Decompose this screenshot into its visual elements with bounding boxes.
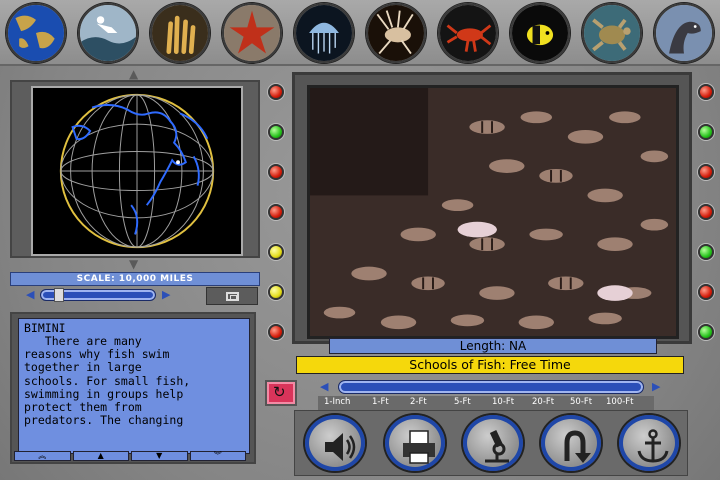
category-sea-lion[interactable]: [654, 3, 714, 63]
indicator-light: [698, 164, 714, 180]
map-up-arrow-icon[interactable]: ▲: [129, 68, 138, 80]
back-button[interactable]: [538, 412, 606, 476]
map-zoom-left-icon[interactable]: ◀: [26, 289, 34, 301]
zoom-scale-label: 1-Inch: [324, 397, 351, 407]
back-button-ring: [541, 415, 601, 471]
video-screen[interactable]: [307, 85, 679, 339]
anchor-button-ring: [619, 415, 679, 471]
jellyfish-icon: [296, 5, 352, 61]
map-scale-label: SCALE: 10,000 MILES: [10, 272, 260, 286]
zoom-scale-label: 1-Ft: [372, 397, 389, 407]
article-frame: BIMINI There are many reasons why fish s…: [10, 312, 256, 464]
scroll-line-up-icon[interactable]: ▲: [72, 451, 129, 461]
indicator-light: [268, 244, 284, 260]
indicator-light: [698, 324, 714, 340]
starfish-icon: [224, 5, 280, 61]
category-jellyfish[interactable]: [294, 3, 354, 63]
microscope-icon: [485, 430, 509, 463]
globe-icon: [59, 93, 215, 249]
category-tropical-fish[interactable]: [510, 3, 570, 63]
article-body: There are many reasons why fish swim tog…: [24, 334, 191, 428]
zoom-scale-left-icon[interactable]: ◀: [320, 381, 328, 393]
map-zoom-knob[interactable]: [54, 288, 64, 302]
indicator-light: [268, 204, 284, 220]
lobster-icon: [440, 5, 496, 61]
video-frame: [292, 72, 692, 344]
video-length: Length: NA: [329, 338, 657, 354]
indicator-light: [698, 244, 714, 260]
map-down-arrow-icon[interactable]: ▼: [129, 258, 138, 270]
sound-button-ring: [305, 415, 365, 471]
category-bar: [0, 0, 720, 66]
diver-icon: [80, 5, 136, 61]
speaker-icon: [325, 433, 356, 461]
zoom-scale-label: 10-Ft: [492, 397, 515, 407]
world-map-icon: [8, 5, 64, 61]
printer-icon: [403, 430, 435, 464]
sound-button[interactable]: [302, 412, 370, 476]
zoom-scale-label: 100-Ft: [606, 397, 634, 407]
video-title: Schools of Fish: Free Time: [296, 356, 684, 374]
zoom-scale-labels: 1-Inch 1-Ft 2-Ft 5-Ft 10-Ft 20-Ft 50-Ft …: [318, 396, 654, 410]
map-view-button[interactable]: [206, 287, 258, 305]
indicator-light: [268, 84, 284, 100]
indicator-light: [268, 324, 284, 340]
u-turn-icon: [564, 430, 591, 463]
indicator-light: [698, 124, 714, 140]
tropical-fish-icon: [512, 5, 568, 61]
article-scroll-controls: ︽ ▲ ▼ ︾: [14, 451, 246, 461]
map-zoom-right-icon[interactable]: ▶: [162, 289, 170, 301]
scroll-line-down-icon[interactable]: ▼: [131, 451, 188, 461]
replay-button[interactable]: ↻: [265, 380, 297, 406]
zoom-scale-label: 50-Ft: [570, 397, 593, 407]
zoom-scale-label: 20-Ft: [532, 397, 555, 407]
replay-icon: ↻: [273, 383, 286, 401]
indicator-light: [698, 84, 714, 100]
category-sea-turtle[interactable]: [582, 3, 642, 63]
print-button-ring: [385, 415, 445, 471]
indicator-light: [698, 204, 714, 220]
sea-turtle-icon: [584, 5, 640, 61]
zoom-scale-slider[interactable]: [338, 380, 644, 394]
indicator-light: [268, 284, 284, 300]
anchor-icon: [637, 429, 669, 463]
map-frame: [10, 80, 260, 258]
category-lionfish[interactable]: [366, 3, 426, 63]
article-screen[interactable]: BIMINI There are many reasons why fish s…: [18, 318, 250, 454]
scroll-page-up-icon[interactable]: ︽: [14, 451, 71, 461]
category-lobster[interactable]: [438, 3, 498, 63]
coral-icon: [152, 5, 208, 61]
sea-lion-icon: [656, 5, 712, 61]
window-icon: [226, 292, 239, 301]
zoom-scale-right-icon[interactable]: ▶: [652, 381, 660, 393]
scroll-page-down-icon[interactable]: ︾: [189, 451, 246, 461]
zoom-scale-label: 2-Ft: [410, 397, 427, 407]
microscope-button-ring: [463, 415, 523, 471]
category-world-map[interactable]: [6, 3, 66, 63]
indicator-light: [268, 164, 284, 180]
microscope-button[interactable]: [460, 412, 528, 476]
lionfish-icon: [368, 5, 424, 61]
print-button[interactable]: [382, 412, 450, 476]
anchor-button[interactable]: [616, 412, 684, 476]
zoom-scale-label: 5-Ft: [454, 397, 471, 407]
map-screen[interactable]: [31, 86, 243, 256]
indicator-light: [698, 284, 714, 300]
category-coral[interactable]: [150, 3, 210, 63]
category-starfish[interactable]: [222, 3, 282, 63]
video-fish-school: [310, 88, 676, 336]
indicator-light: [268, 124, 284, 140]
category-diving[interactable]: [78, 3, 138, 63]
